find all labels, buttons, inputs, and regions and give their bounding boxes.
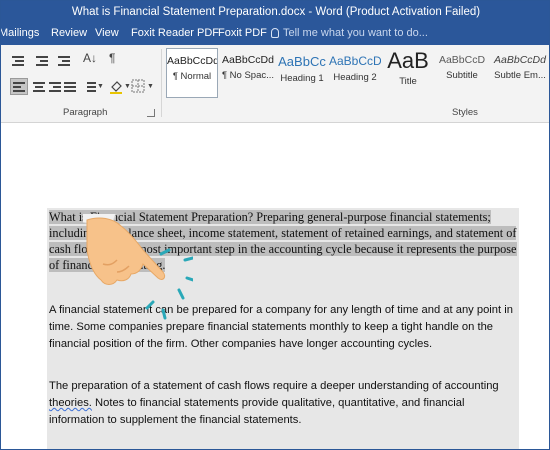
sort-icon[interactable]: A↓	[83, 51, 97, 65]
spelling-squiggle[interactable]: theories.	[49, 397, 92, 409]
shading-dropdown-icon[interactable]: ▼	[124, 83, 131, 90]
style-heading-2[interactable]: AaBbCcD Heading 2	[329, 48, 381, 98]
style-sample-heading-1: AaBbCc	[278, 54, 326, 69]
tab-view[interactable]: View	[95, 27, 119, 39]
paragraph-3-text: The preparation of a statement of cash f…	[49, 380, 499, 426]
style-sample-heading-2: AaBbCcD	[329, 54, 381, 68]
style-sample-no-spacing: AaBbCcDd	[222, 54, 274, 66]
justify-icon[interactable]	[63, 81, 77, 93]
tab-review[interactable]: Review	[51, 27, 87, 39]
style-title[interactable]: AaB Title	[381, 48, 435, 98]
group-divider	[161, 49, 162, 117]
style-subtitle[interactable]: AaBbCcD Subtitle	[435, 48, 489, 98]
shading-icon[interactable]	[108, 78, 124, 94]
line-spacing-icon[interactable]	[83, 81, 97, 93]
style-heading-1[interactable]: AaBbCc Heading 1	[276, 48, 328, 98]
tab-foxit-pdf[interactable]: Foxit PDF	[218, 27, 267, 39]
style-name-heading-1: Heading 1	[280, 73, 324, 84]
style-sample-normal: AaBbCcDd	[167, 55, 217, 67]
word-window: What is Financial Statement Preparation.…	[0, 0, 550, 450]
styles-group-label: Styles	[452, 107, 478, 118]
style-name-normal: ¶ Normal	[172, 71, 212, 82]
style-sample-subtitle: AaBbCcD	[438, 54, 486, 66]
ribbon-tab-bar: Mailings Review View Foxit Reader PDF Fo…	[1, 23, 549, 45]
tell-me-placeholder: Tell me what you want to do...	[283, 27, 428, 39]
align-right-icon[interactable]	[48, 81, 62, 93]
document-area[interactable]: What is Financial Statement Preparation?…	[1, 124, 549, 449]
paragraph-dialog-launcher-icon[interactable]	[147, 109, 155, 117]
paragraph-3[interactable]: The preparation of a statement of cash f…	[49, 378, 517, 429]
tab-mailings[interactable]: Mailings	[1, 27, 39, 39]
increase-indent-icon[interactable]	[57, 55, 71, 67]
style-subtle-emphasis[interactable]: AaBbCcDd Subtle Em...	[490, 48, 549, 98]
tap-marks	[145, 248, 193, 320]
style-name-heading-2: Heading 2	[333, 72, 377, 83]
lightbulb-icon	[271, 28, 279, 38]
style-name-subtle-emphasis: Subtle Em...	[494, 70, 546, 81]
align-center-icon[interactable]	[32, 81, 46, 93]
style-name-subtitle: Subtitle	[446, 70, 478, 81]
style-sample-subtle-emphasis: AaBbCcDd	[494, 54, 546, 66]
tab-foxit-reader-pdf[interactable]: Foxit Reader PDF	[131, 27, 219, 39]
borders-icon[interactable]	[131, 79, 145, 93]
style-sample-title: AaB	[387, 48, 429, 73]
style-name-no-spacing: ¶ No Spac...	[221, 70, 275, 81]
style-name-title: Title	[399, 76, 417, 87]
borders-dropdown-icon[interactable]: ▼	[147, 83, 154, 90]
tell-me-box[interactable]: Tell me what you want to do...	[271, 27, 428, 39]
style-normal[interactable]: AaBbCcDd ¶ Normal	[166, 48, 218, 98]
multilevel-list-icon[interactable]	[11, 55, 25, 67]
show-formatting-marks-icon[interactable]: ¶	[109, 51, 115, 65]
line-spacing-dropdown-icon[interactable]: ▼	[97, 83, 104, 90]
window-title: What is Financial Statement Preparation.…	[71, 6, 481, 18]
pointing-hand-icon	[83, 214, 193, 320]
ribbon: A↓ ¶ ▼ ▼ ▼ Paragraph AaBbCcDd ¶ Normal A…	[1, 45, 549, 123]
paragraph-group-label: Paragraph	[63, 107, 108, 118]
title-bar: What is Financial Statement Preparation.…	[1, 1, 549, 23]
align-left-icon	[12, 81, 26, 93]
style-no-spacing[interactable]: AaBbCcDd ¶ No Spac...	[220, 48, 276, 98]
decrease-indent-icon[interactable]	[35, 55, 49, 67]
